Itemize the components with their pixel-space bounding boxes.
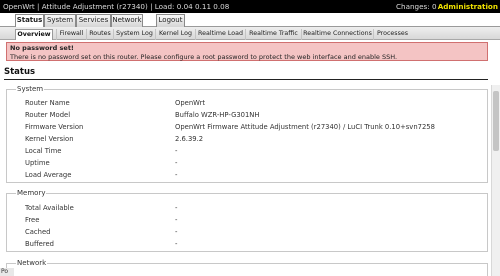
uptime-value: - [175,159,178,167]
alert-title: No password set! [10,44,74,52]
system-section: System Router Name OpenWrt Router Model … [6,85,488,183]
network-legend: Network [16,259,48,268]
subtab-realtime-load[interactable]: Realtime Load [195,29,245,40]
firmware-version-label: Firmware Version [25,123,84,131]
header-title: OpenWrt | Attitude Adjustment (r27340) |… [3,2,230,11]
main-tabs: Status System Services Network Logout [0,13,500,28]
subtab-kernel-log[interactable]: Kernel Log [155,29,195,40]
uptime-label: Uptime [25,159,50,167]
administration-link[interactable]: Administration [438,0,498,13]
scrollbar-thumb[interactable] [493,91,499,151]
changes-link[interactable]: Changes: 0 [396,0,437,13]
subtab-realtime-connections[interactable]: Realtime Connections [301,29,373,40]
memory-section: Memory Total Available - Free - Cached -… [6,189,488,252]
memory-legend: Memory [16,189,47,198]
firmware-version-value: OpenWrt Firmware Attitude Adjustment (r2… [175,123,435,131]
subtab-system-log[interactable]: System Log [113,29,155,40]
network-section: Network [6,259,488,276]
subtab-routes[interactable]: Routes [86,29,113,40]
kernel-version-value: 2.6.39.2 [175,135,204,143]
free-value: - [175,216,178,224]
sub-tabs: Overview Firewall Routes System Log Kern… [0,27,500,40]
local-time-label: Local Time [25,147,62,155]
system-legend: System [16,85,45,94]
vertical-scrollbar[interactable] [491,85,500,276]
top-bar: OpenWrt | Attitude Adjustment (r27340) |… [0,0,500,13]
buffered-label: Buffered [25,240,54,248]
title-divider [4,79,488,80]
alert-text: There is no password set on this router.… [10,52,398,61]
cached-label: Cached [25,228,51,236]
router-model-label: Router Model [25,111,71,119]
router-name-value: OpenWrt [175,99,206,107]
subtab-firewall[interactable]: Firewall [56,29,86,40]
cached-value: - [175,228,178,236]
load-average-label: Load Average [25,171,72,179]
router-model-value: Buffalo WZR-HP-G301NH [175,111,260,119]
subtab-realtime-traffic[interactable]: Realtime Traffic [245,29,301,40]
free-label: Free [25,216,40,224]
load-average-value: - [175,171,178,179]
local-time-value: - [175,147,178,155]
tab-status[interactable]: Status [15,14,44,28]
tab-services[interactable]: Services [76,14,111,27]
tab-logout[interactable]: Logout [156,14,185,27]
no-password-alert: No password set! There is no password se… [6,42,488,61]
subtab-overview[interactable]: Overview [15,29,53,40]
router-name-label: Router Name [25,99,70,107]
status-tip: Po [0,268,14,276]
tab-system[interactable]: System [44,14,76,27]
total-available-label: Total Available [25,204,74,212]
kernel-version-label: Kernel Version [25,135,74,143]
page-title: Status [4,67,36,77]
total-available-value: - [175,204,178,212]
subtab-processes[interactable]: Processes [373,29,411,40]
buffered-value: - [175,240,178,248]
tab-network[interactable]: Network [111,14,143,27]
